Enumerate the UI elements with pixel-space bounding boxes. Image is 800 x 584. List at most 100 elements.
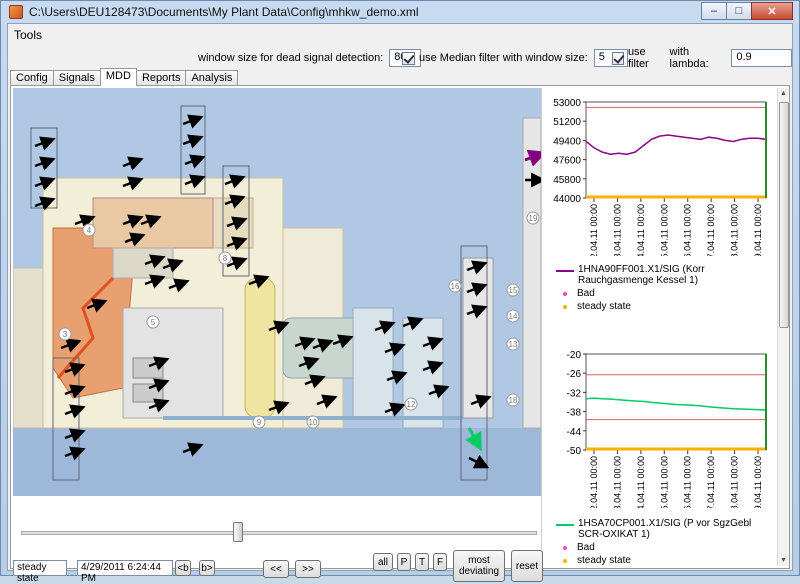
step-forward-button[interactable]: b>: [199, 560, 215, 576]
x-tick-label: 26.04.11 00:00: [683, 204, 693, 256]
plant-label: 5: [151, 318, 156, 327]
y-tick-label: -32: [567, 388, 582, 399]
lambda-input[interactable]: 0.9: [731, 49, 792, 67]
x-tick-label: 24.04.11 00:00: [636, 204, 646, 256]
series-swatch: [556, 524, 574, 526]
chart-1-legend: 1HNA90FF001.X1/SIG (Korr Rauchgasmenge K…: [556, 264, 776, 314]
scroll-thumb[interactable]: [779, 102, 789, 328]
close-button[interactable]: ✕: [751, 2, 793, 20]
maximize-button[interactable]: □: [726, 2, 752, 20]
y-tick-label: -50: [567, 446, 582, 457]
tab-reports[interactable]: Reports: [135, 70, 187, 86]
dead-signal-label: window size for dead signal detection:: [198, 52, 384, 64]
legend-bad-row: Bad: [556, 542, 776, 553]
bad-swatch: [563, 546, 567, 550]
lambda-label: with lambda:: [669, 46, 709, 70]
y-tick-label: 47600: [553, 156, 581, 167]
x-tick-label: 24.04.11 00:00: [636, 456, 646, 508]
x-tick-label: 23.04.11 00:00: [612, 204, 622, 256]
median-checkbox[interactable]: [402, 51, 415, 65]
legend-steady-label: steady state: [577, 301, 631, 312]
scroll-down-icon[interactable]: ▼: [780, 557, 787, 564]
legend-steady-label: steady state: [577, 555, 631, 566]
filter-all-button[interactable]: all: [373, 553, 393, 571]
tab-analysis[interactable]: Analysis: [185, 70, 239, 86]
rewind-button[interactable]: <<: [263, 560, 289, 578]
y-tick-label: -38: [567, 408, 582, 419]
time-slider-thumb[interactable]: [233, 522, 243, 542]
steady-swatch: [563, 305, 567, 309]
x-tick-label: 26.04.11 00:00: [683, 456, 693, 508]
legend-steady-row: steady state: [556, 301, 776, 312]
chart-2-legend: 1HSA70CP001.X1/SIG (P vor SgzGebl SCR-OX…: [556, 518, 776, 566]
legend-bad-label: Bad: [577, 288, 595, 299]
legend-steady-row: steady state: [556, 555, 776, 566]
legend-bad-label: Bad: [577, 542, 595, 553]
menu-bar: Tools: [8, 24, 792, 46]
plant-diagram: 4 5 3 8 9 10 12 16 15 14 13 18 19: [13, 88, 541, 496]
tab-mdd[interactable]: MDD: [99, 68, 137, 86]
status-box: steady state: [13, 560, 67, 584]
app-window: C:\Users\DEU128473\Documents\My Plant Da…: [0, 0, 800, 584]
plant-label: 10: [309, 418, 318, 427]
plant-label: 14: [509, 312, 518, 321]
reset-button[interactable]: reset: [511, 550, 543, 582]
plant-drawing: 4 5 3 8 9 10 12 16 15 14 13 18 19: [13, 88, 541, 496]
y-tick-label: 45800: [553, 175, 581, 186]
client-area: Tools window size for dead signal detect…: [7, 23, 793, 584]
legend-bad-row: Bad: [556, 288, 776, 299]
x-tick-label: 25.04.11 00:00: [659, 204, 669, 256]
legend-series-row: 1HNA90FF001.X1/SIG (Korr Rauchgasmenge K…: [556, 264, 776, 286]
x-tick-label: 23.04.11 00:00: [612, 456, 622, 508]
median-row: use Median filter with window size: 5: [402, 48, 628, 68]
window-title: C:\Users\DEU128473\Documents\My Plant Da…: [29, 5, 419, 19]
menu-tools[interactable]: Tools: [14, 28, 42, 42]
y-tick-label: 51200: [553, 117, 581, 128]
filter-row: use filter with lambda: 0.9: [612, 46, 792, 70]
plant-label: 18: [509, 396, 518, 405]
scroll-up-icon[interactable]: ▲: [780, 90, 787, 97]
y-tick-label: 49400: [553, 136, 581, 147]
y-tick-label: -20: [567, 350, 582, 361]
x-tick-label: 27.04.11 00:00: [706, 456, 716, 508]
tab-signals[interactable]: Signals: [52, 70, 101, 86]
plant-label: 16: [451, 282, 460, 291]
plant-label: 9: [257, 418, 262, 427]
app-icon: [9, 5, 23, 19]
median-label: use Median filter with window size:: [419, 52, 588, 64]
minimize-button[interactable]: –: [701, 2, 727, 20]
legend-series-row: 1HSA70CP001.X1/SIG (P vor SgzGebl SCR-OX…: [556, 518, 776, 540]
x-tick-label: 29.04.11 00:00: [753, 456, 763, 508]
x-tick-label: 25.04.11 00:00: [659, 456, 669, 508]
signal-chart-panel: 53000 51200 49400 47600 45800 44000 22.04.11 0…: [541, 88, 789, 566]
step-back-button[interactable]: <b: [175, 560, 191, 576]
filter-t-button[interactable]: T: [415, 553, 429, 571]
plot-area: [585, 101, 767, 199]
time-slider-track[interactable]: [21, 531, 537, 535]
y-tick-label: 53000: [553, 98, 581, 109]
filter-p-button[interactable]: P: [397, 553, 411, 571]
filter-checkbox[interactable]: [612, 51, 624, 65]
most-deviating-button[interactable]: most deviating: [453, 550, 505, 582]
window-controls: – □ ✕: [701, 2, 793, 20]
filter-f-button[interactable]: F: [433, 553, 447, 571]
chart-1-svg: 53000 51200 49400 47600 45800 44000 22.04.11 0…: [553, 98, 767, 263]
x-tick-label: 29.04.11 00:00: [753, 204, 763, 256]
title-bar[interactable]: C:\Users\DEU128473\Documents\My Plant Da…: [1, 1, 799, 23]
plant-label: 15: [509, 286, 518, 295]
signal-chart-2: -20 -26 -32 -38 -44 -50 22.04.11 00:00 23.04.11…: [542, 340, 778, 515]
fast-forward-button[interactable]: >>: [295, 560, 321, 578]
tab-strip: Config Signals MDD Reports Analysis: [10, 68, 239, 86]
series-swatch: [556, 270, 574, 272]
tab-config[interactable]: Config: [10, 70, 54, 86]
x-tick-label: 28.04.11 00:00: [730, 204, 740, 256]
x-tick-label: 22.04.11 00:00: [589, 456, 599, 508]
y-tick-label: -26: [567, 369, 582, 380]
panel-scrollbar[interactable]: ▲ ▼: [777, 88, 789, 566]
x-tick-label: 22.04.11 00:00: [589, 204, 599, 256]
legend-series-label: 1HSA70CP001.X1/SIG (P vor SgzGebl SCR-OX…: [578, 518, 752, 540]
datetime-box: 4/29/2011 6:24:44 PM: [77, 560, 173, 584]
plot-area: [585, 353, 767, 451]
plant-label: 8: [223, 254, 228, 263]
x-tick-label: 28.04.11 00:00: [730, 456, 740, 508]
